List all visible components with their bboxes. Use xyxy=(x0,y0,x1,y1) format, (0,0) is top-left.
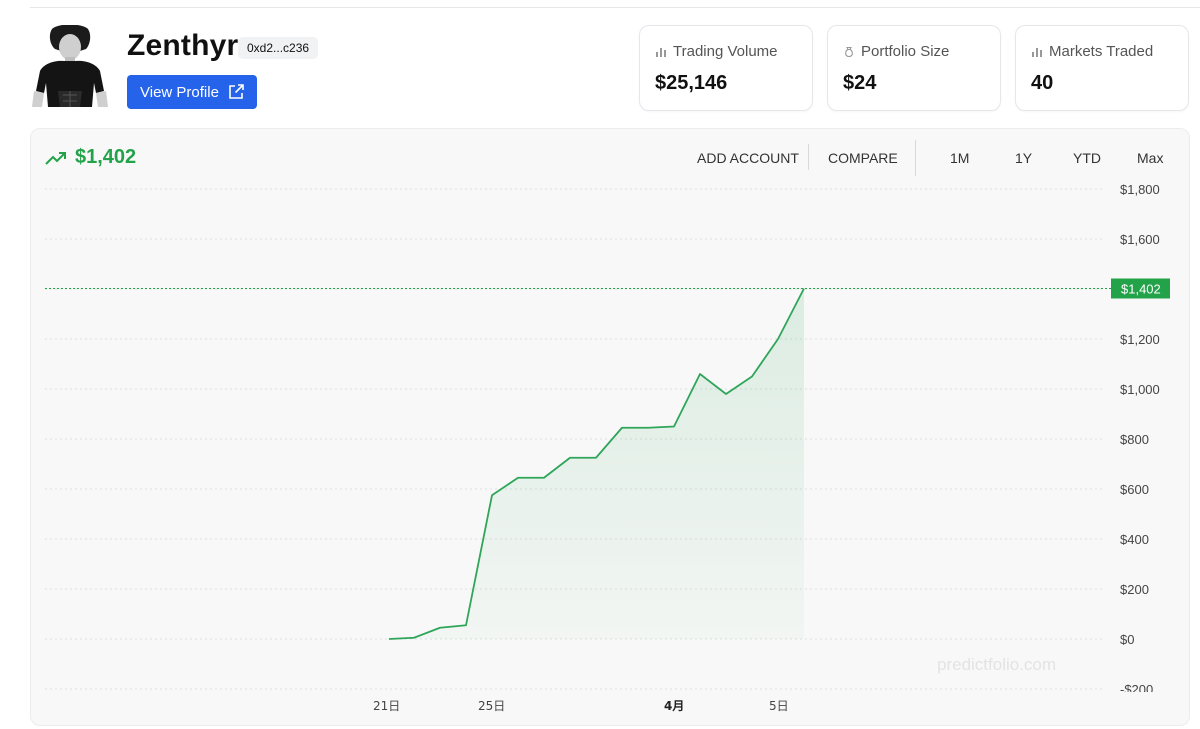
x-tick-label: 21日 xyxy=(373,699,400,713)
y-tick-label: $1,600 xyxy=(1120,232,1160,247)
pnl-area-chart[interactable]: -$200 $0 $200 $400 $600 $800 $1,000 $1,200 $1,60… xyxy=(0,0,1200,729)
x-tick-label: 25日 xyxy=(478,699,505,713)
x-tick-label: 4月 xyxy=(664,699,684,713)
pnl-area-fill xyxy=(389,288,804,639)
y-tick-label: $0 xyxy=(1120,632,1134,647)
current-value-label: $1,402 xyxy=(1121,282,1161,297)
y-tick-label: -$200 xyxy=(1120,682,1153,697)
y-tick-label: $1,000 xyxy=(1120,382,1160,397)
watermark: predictfolio.com xyxy=(937,655,1056,674)
y-tick-label: $800 xyxy=(1120,432,1149,447)
y-tick-label: $1,200 xyxy=(1120,332,1160,347)
y-tick-label: $1,800 xyxy=(1120,182,1160,197)
x-tick-label: 5日 xyxy=(769,699,789,713)
y-tick-label: $600 xyxy=(1120,482,1149,497)
y-tick-label: $200 xyxy=(1120,582,1149,597)
y-tick-label: $400 xyxy=(1120,532,1149,547)
